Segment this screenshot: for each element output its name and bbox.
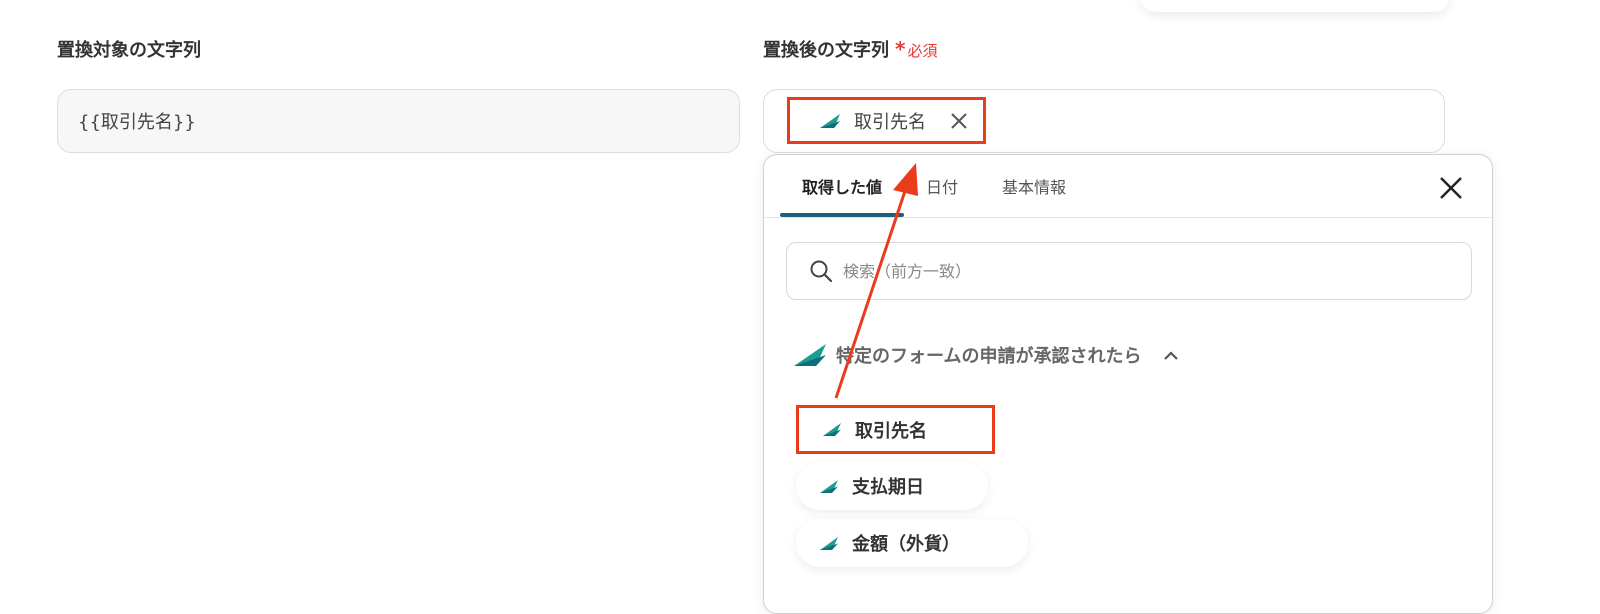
value-picker-dropdown: 取得した値 日付 基本情報 特定のフォームの申請が承認されたら 取引先 [763,154,1493,614]
tabs-divider [764,217,1492,218]
overlay-card-fragment [1140,0,1450,12]
required-asterisk: * [895,37,906,61]
chevron-up-icon[interactable] [1163,350,1179,360]
value-chip[interactable]: 取引先名 [787,97,986,144]
target-string-input[interactable]: {{取引先名}} [57,89,740,153]
close-icon[interactable] [950,112,968,130]
search-box[interactable] [786,242,1472,300]
required-text: 必須 [907,42,938,60]
group-title: 特定のフォームの申請が承認されたら [836,346,1142,367]
close-icon[interactable] [1438,175,1464,201]
list-item-amount-foreign[interactable]: 金額（外貨） [796,519,1028,567]
target-string-value: {{取引先名}} [78,112,196,133]
tab-basic-info[interactable]: 基本情報 [980,155,1088,217]
search-input[interactable] [841,260,1445,282]
tab-acquired-values[interactable]: 取得した値 [780,155,905,217]
app-logo-icon [823,423,841,436]
chip-label: 取引先名 [854,111,926,133]
app-logo-icon [820,479,838,493]
list-item-label: 金額（外貨） [852,534,960,555]
target-string-label: 置換対象の文字列 [57,40,201,61]
tab-date[interactable]: 日付 [904,155,980,217]
list-item-label: 取引先名 [855,420,927,442]
list-item-label: 支払期日 [852,477,924,498]
list-item-client-name[interactable]: 取引先名 [796,405,995,454]
search-icon [810,260,833,283]
app-logo-icon [794,344,826,366]
group-header[interactable]: 特定のフォームの申請が承認されたら [794,335,1179,375]
list-item-due-date[interactable]: 支払期日 [796,462,988,510]
picker-tabs: 取得した値 日付 基本情報 [780,155,1088,217]
replacement-string-label: 置換後の文字列 * 必須 [763,37,938,61]
app-logo-icon [820,113,840,128]
app-logo-icon [820,536,838,550]
